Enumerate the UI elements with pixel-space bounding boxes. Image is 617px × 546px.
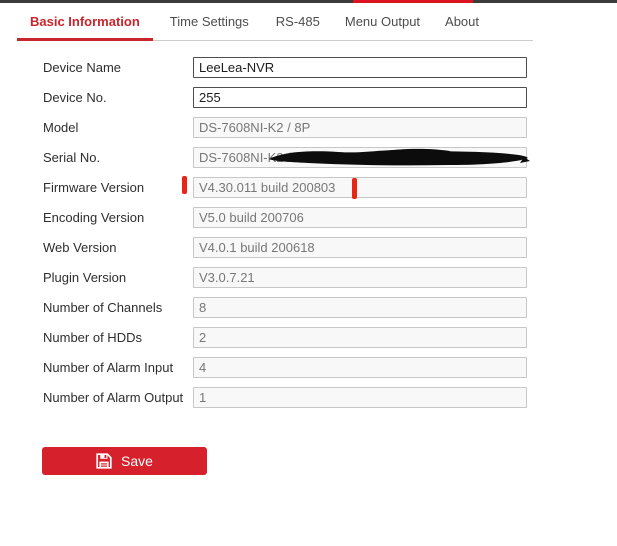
device-no-label: Device No. (43, 87, 107, 108)
form-row-model: Model (0, 117, 617, 139)
plugin-version-field (193, 267, 527, 288)
device-no-input[interactable] (193, 87, 527, 108)
form-row-web-version: Web Version (0, 237, 617, 259)
model-field (193, 117, 527, 138)
device-name-input[interactable] (193, 57, 527, 78)
num-hdds-label: Number of HDDs (43, 327, 142, 348)
num-alarm-output-label: Number of Alarm Output (43, 387, 183, 408)
form-row-num-alarm-output: Number of Alarm Output (0, 387, 617, 409)
form-row-plugin-version: Plugin Version (0, 267, 617, 289)
save-button[interactable]: Save (42, 447, 207, 475)
form-row-num-hdds: Number of HDDs (0, 327, 617, 349)
num-alarm-input-field (193, 357, 527, 378)
annotation-mark-left (182, 176, 187, 194)
form-row-device-name: Device Name (0, 57, 617, 79)
plugin-version-label: Plugin Version (43, 267, 126, 288)
device-name-label: Device Name (43, 57, 121, 78)
save-button-label: Save (121, 453, 153, 469)
serial-no-label: Serial No. (43, 147, 100, 168)
basic-information-form: Device Name Device No. Model Serial No. … (0, 0, 617, 546)
num-alarm-output-field (193, 387, 527, 408)
num-hdds-field (193, 327, 527, 348)
num-channels-field (193, 297, 527, 318)
encoding-version-field (193, 207, 527, 228)
floppy-disk-icon (96, 453, 112, 469)
num-alarm-input-label: Number of Alarm Input (43, 357, 173, 378)
form-row-num-alarm-input: Number of Alarm Input (0, 357, 617, 379)
annotation-mark-right (352, 178, 357, 199)
form-row-device-no: Device No. (0, 87, 617, 109)
model-label: Model (43, 117, 78, 138)
encoding-version-label: Encoding Version (43, 207, 144, 228)
web-version-label: Web Version (43, 237, 116, 258)
firmware-version-field (193, 177, 527, 198)
num-channels-label: Number of Channels (43, 297, 162, 318)
form-row-encoding-version: Encoding Version (0, 207, 617, 229)
form-row-serial-no: Serial No. (0, 147, 617, 169)
basic-information-page: Basic Information Time Settings RS-485 M… (0, 0, 617, 546)
web-version-field (193, 237, 527, 258)
firmware-version-label: Firmware Version (43, 177, 144, 198)
redaction-scribble (250, 147, 530, 168)
form-row-num-channels: Number of Channels (0, 297, 617, 319)
form-row-firmware-version: Firmware Version (0, 177, 617, 199)
